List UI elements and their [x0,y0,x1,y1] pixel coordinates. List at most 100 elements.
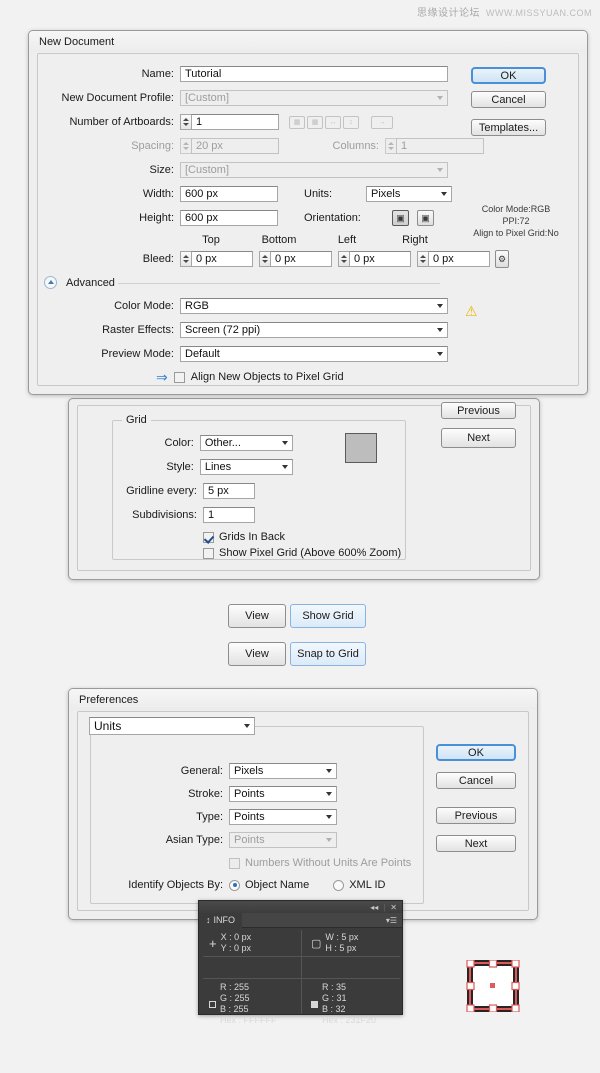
stroke-r-label: R [322,982,329,992]
color-mode-select[interactable]: RGB [180,298,448,314]
info-position-cell: + X : 0 px Y : 0 px [209,932,251,954]
show-grid-menu-item[interactable]: Show Grid [290,604,366,628]
bleed-link-icon[interactable]: ⚙ [495,250,509,268]
width-input[interactable]: 600 px [180,186,278,202]
artboard-layout-direction-icon[interactable]: → [371,115,393,129]
prefs-ok-button[interactable]: OK [436,744,516,761]
prefs-next-button[interactable]: Next [436,835,516,852]
watermark-url-text: WWW.MISSYUAN.COM [486,8,592,18]
preferences-dialog: Preferences Units General: Pixels Stroke… [68,688,538,920]
panel-menu-icon[interactable]: ▾☰ [386,916,402,925]
preferences-dialog-body: Units General: Pixels Stroke: Points Typ… [77,711,529,911]
grids-in-back-checkbox[interactable] [203,531,214,543]
object-center-point [490,983,495,988]
bleed-right-input[interactable]: 0 px [428,251,490,267]
spacing-input: 20 px [191,138,279,154]
bleed-right-stepper[interactable] [417,251,428,267]
preferences-section-select[interactable]: Units [89,717,255,735]
identify-object-name-option[interactable]: Object Name [229,879,309,891]
orientation-landscape-icon[interactable]: ▣ [417,210,434,226]
info-w-value: : 5 px [336,932,359,942]
show-pixel-grid-checkbox[interactable] [203,547,214,559]
show-pixel-grid-label: Show Pixel Grid (Above 600% Zoom) [219,547,402,559]
grid-previous-button[interactable]: Previous [441,402,516,419]
view-menu-button-1[interactable]: View [228,604,286,628]
size-select[interactable]: [Custom] [180,162,448,178]
align-pixel-grid-row[interactable]: ⇒ Align New Objects to Pixel Grid [156,370,344,384]
grid-settings-group: Grid Color: Other... Style: Lines Gridli… [112,414,406,560]
fill-hex-value: : FFFFFF [238,1015,277,1025]
width-row: Width: 600 px Units: Pixels [38,186,452,202]
units-general-select[interactable]: Pixels [229,763,337,779]
bleed-top-stepper[interactable] [180,251,191,267]
gridline-every-input[interactable]: 5 px [203,483,255,499]
view-menu-button-2[interactable]: View [228,642,286,666]
bleed-top-input[interactable]: 0 px [191,251,253,267]
summary-align-grid: Align to Pixel Grid:No [473,228,559,238]
height-input[interactable]: 600 px [180,210,278,226]
units-select[interactable]: Pixels [366,186,452,202]
tab-drag-icon: ↕ [206,915,211,925]
identify-objects-label: Identify Objects By: [128,879,223,891]
bleed-bottom-stepper[interactable] [259,251,270,267]
close-panel-icon[interactable]: ✕ [390,903,397,912]
bleed-bottom-input[interactable]: 0 px [270,251,332,267]
units-type-label: Type: [196,811,223,823]
artboard-grid-columns-icon[interactable]: ▦ [307,115,323,129]
grid-color-swatch[interactable] [345,433,377,463]
units-type-select[interactable]: Points [229,809,337,825]
newdoc-ok-button[interactable]: OK [471,67,546,84]
info-h-value: : 5 px [334,943,357,953]
show-pixel-grid-row[interactable]: Show Pixel Grid (Above 600% Zoom) [203,547,401,559]
doc-profile-select[interactable]: [Custom] [180,90,448,106]
prefs-previous-button[interactable]: Previous [436,807,516,824]
newdoc-templates-button[interactable]: Templates... [471,119,546,136]
align-pixel-grid-label: Align New Objects to Pixel Grid [190,371,344,383]
info-stroke-values: R : 35 G : 31 B : 32 Hex : 231F20 [322,982,376,1026]
grid-color-select[interactable]: Other... [199,435,293,451]
grid-style-label: Style: [166,461,194,473]
gridline-every-label: Gridline every: [126,485,197,497]
prefs-cancel-button[interactable]: Cancel [436,772,516,789]
size-row: Size: [Custom] [38,162,458,178]
info-size-values: W : 5 px H : 5 px [325,932,358,954]
doc-name-input[interactable]: Tutorial [180,66,448,82]
artboard-column-icon[interactable]: ↕ [343,115,359,129]
grid-style-select[interactable]: Lines [199,459,293,475]
columns-stepper [385,138,396,154]
bleed-left-input[interactable]: 0 px [349,251,411,267]
grid-next-button[interactable]: Next [441,428,516,448]
collapse-panel-icon[interactable]: ◂◂ [370,903,378,912]
identify-xml-id-option[interactable]: XML ID [333,879,385,891]
align-pixel-grid-checkbox[interactable] [173,371,185,383]
fill-g-label: G [220,993,228,1003]
new-document-dialog: New Document Name: Tutorial New Document… [28,30,588,395]
orientation-portrait-icon[interactable]: ▣ [392,210,409,226]
info-x-label: X [220,932,227,942]
newdoc-cancel-button[interactable]: Cancel [471,91,546,108]
tab-info[interactable]: ↕ INFO [199,912,242,928]
bleed-left-stepper[interactable] [338,251,349,267]
snap-to-grid-menu-item[interactable]: Snap to Grid [290,642,366,666]
advanced-collapse-toggle[interactable] [44,276,57,289]
new-document-title: New Document [29,31,587,52]
xml-id-radio[interactable] [333,879,345,891]
guides-grid-dialog: Grid Color: Other... Style: Lines Gridli… [68,398,540,580]
artboard-row-icon[interactable]: ↔ [325,115,341,129]
height-label: Height: [139,212,174,224]
units-stroke-select[interactable]: Points [229,786,337,802]
raster-effects-row: Raster Effects: Screen (72 ppi) [38,322,458,338]
info-panel-tabbar: ↕ INFO ▾☰ [199,912,402,928]
preview-mode-row: Preview Mode: Default [38,346,458,362]
artboards-stepper[interactable] [180,114,191,130]
artboard-grid-rows-icon[interactable]: ▦ [289,115,305,129]
crosshair-icon: + [209,935,217,951]
preview-mode-select[interactable]: Default [180,346,448,362]
grids-in-back-row[interactable]: Grids In Back [203,531,285,543]
units-asian-type-select: Points [229,832,337,848]
artboards-input[interactable]: 1 [191,114,279,130]
subdivisions-input[interactable]: 1 [203,507,255,523]
object-name-radio[interactable] [229,879,240,891]
tab-info-label: INFO [213,915,236,925]
raster-effects-select[interactable]: Screen (72 ppi) [180,322,448,338]
